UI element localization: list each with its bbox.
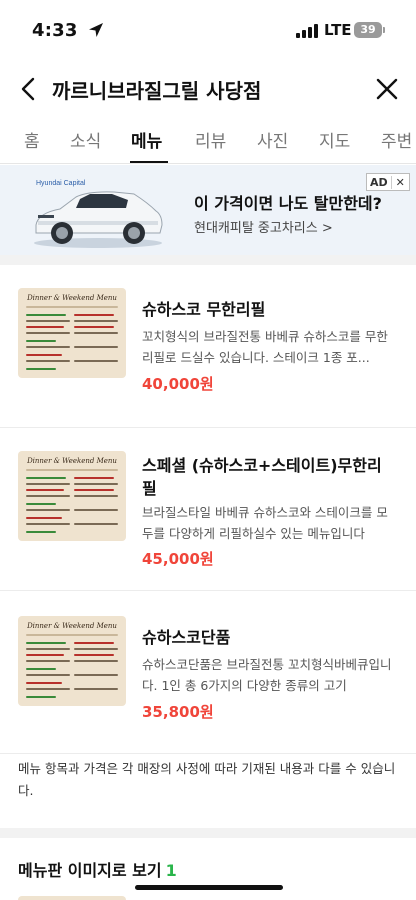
menu-thumbnail: Dinner & Weekend Menu	[18, 616, 126, 706]
location-arrow-icon	[89, 23, 103, 37]
tab-bar: 홈 소식 메뉴 리뷰 사진 지도 주변	[0, 118, 416, 164]
ad-badge: AD ✕	[366, 173, 410, 191]
menu-board-link[interactable]: 메뉴판 이미지로 보기 1	[18, 857, 177, 881]
tab-menu[interactable]: 메뉴	[131, 127, 162, 152]
menu-thumb-title: Dinner & Weekend Menu	[27, 622, 117, 630]
tab-nearby[interactable]: 주변	[381, 127, 412, 152]
ad-banner[interactable]: Hyundai Capital 이 가격이면 나도 탈만한데? 현대캐피탈 중고…	[0, 165, 416, 255]
back-arrow-icon[interactable]	[14, 74, 44, 104]
menu-item-name: 슈하스코 무한리필	[142, 300, 266, 319]
home-indicator[interactable]	[135, 885, 283, 890]
tab-home[interactable]: 홈	[24, 127, 40, 152]
menu-thumb-title: Dinner & Weekend Menu	[27, 457, 117, 465]
tab-map[interactable]: 지도	[319, 127, 350, 152]
menu-item-description: 브라질스타일 바베큐 슈하스코와 스테이크를 모두를 다양하게 리필하실수 있는…	[142, 505, 388, 541]
menu-item-price: 40,000원	[142, 375, 214, 393]
tab-news[interactable]: 소식	[70, 127, 101, 152]
battery-cap	[383, 27, 385, 33]
section-divider	[0, 255, 416, 265]
ad-brand-logo: Hyundai Capital	[36, 180, 86, 187]
ad-close-icon[interactable]: ✕	[390, 175, 409, 189]
menu-thumbnail: Dinner & Weekend Menu	[18, 451, 126, 541]
ad-subline[interactable]: 현대캐피탈 중고차리스 >	[194, 217, 333, 236]
menu-item-description: 슈하스코단품은 브라질전통 꼬치형식바베큐입니다. 1인 총 6가지의 다양한 …	[142, 657, 392, 693]
ad-label: AD	[370, 175, 388, 189]
menu-item[interactable]: Dinner & Weekend Menu 슈하스코 무한리필 꼬치형식의 브라…	[0, 265, 416, 428]
battery-icon: 39	[354, 22, 382, 38]
close-icon[interactable]	[372, 74, 402, 104]
menu-board-thumbnail[interactable]	[18, 896, 126, 900]
page-title: 까르니브라질그릴 사당점	[52, 79, 262, 103]
tab-reviews[interactable]: 리뷰	[195, 127, 226, 152]
menu-board-title: 메뉴판 이미지로 보기	[18, 861, 162, 880]
tab-photos[interactable]: 사진	[257, 127, 288, 152]
menu-item-description: 꼬치형식의 브라질전통 바베큐 슈하스코를 무한리필로 드실수 있습니다. 스테…	[142, 329, 388, 365]
menu-board-count: 1	[165, 861, 177, 880]
status-bar: 4:33 LTE 39	[0, 0, 416, 60]
menu-item-name: 슈하스코단품	[142, 628, 231, 647]
price-notice: 메뉴 항목과 가격은 각 매장의 사정에 따라 기재된 내용과 다를 수 있습니…	[18, 761, 396, 798]
cellular-signal-icon	[296, 24, 318, 38]
menu-thumbnail: Dinner & Weekend Menu	[18, 288, 126, 378]
ad-headline: 이 가격이면 나도 탈만한데?	[194, 194, 382, 213]
menu-item-price: 45,000원	[142, 550, 214, 568]
car-image: Hyundai Capital	[34, 180, 163, 248]
header: 까르니브라질그릴 사당점	[0, 60, 416, 118]
menu-item[interactable]: Dinner & Weekend Menu 슈하스코단품 슈하스코단품은 브라질…	[0, 591, 416, 754]
status-time: 4:33	[32, 20, 78, 41]
network-type: LTE	[324, 21, 352, 39]
menu-item-price: 35,800원	[142, 703, 214, 721]
active-tab-indicator	[130, 161, 168, 163]
menu-thumb-title: Dinner & Weekend Menu	[27, 294, 117, 302]
menu-item[interactable]: Dinner & Weekend Menu 스페셜 (슈하스코+스테이트)무한리…	[0, 428, 416, 591]
section-divider	[0, 828, 416, 838]
menu-item-name: 스페셜 (슈하스코+스테이트)무한리필	[142, 456, 382, 498]
